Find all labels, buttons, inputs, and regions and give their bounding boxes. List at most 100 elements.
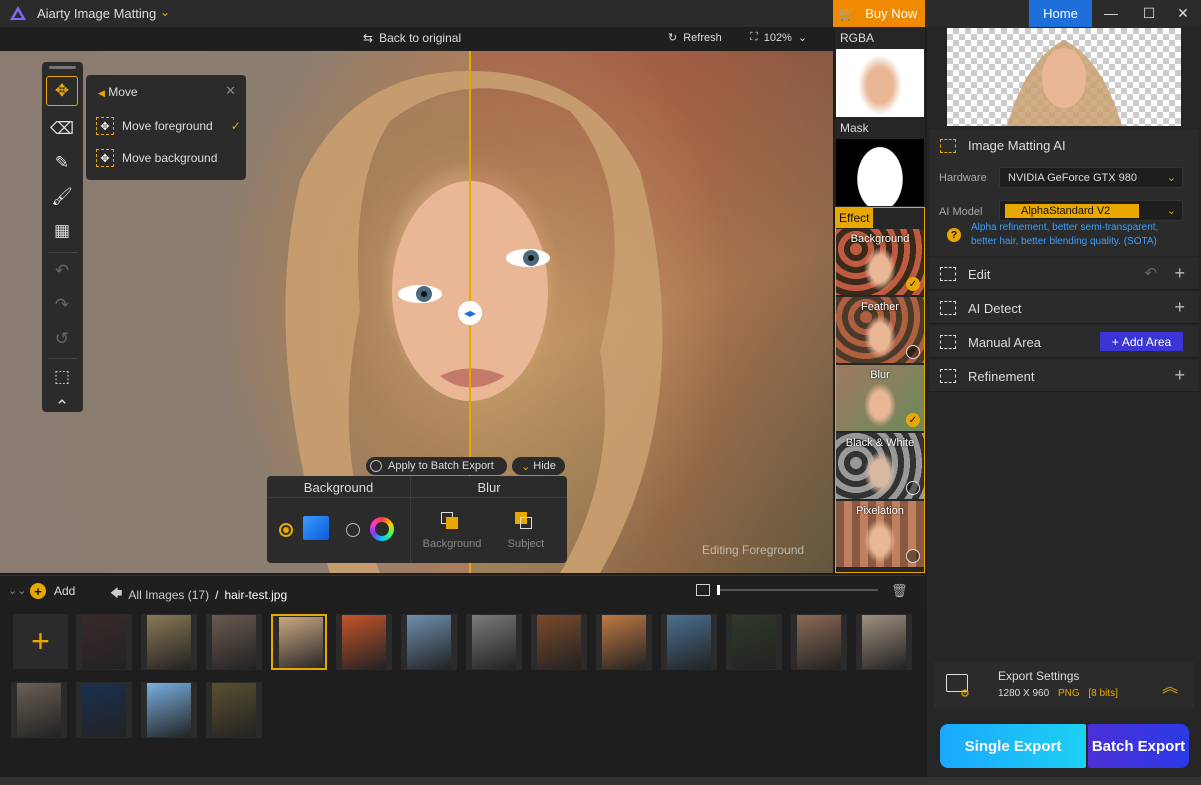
blur-background-icon[interactable] <box>441 512 459 530</box>
model-hint: Alpha refinement, better semi-transparen… <box>971 222 1159 247</box>
chevron-up-double-icon[interactable]: ︽ <box>1162 673 1178 697</box>
effects-sidebar: RGBA Mask Effect Background ✓ Feather Bl… <box>835 27 925 573</box>
gallery-thumbnail[interactable] <box>531 614 587 670</box>
image-gallery <box>0 605 925 777</box>
minimize-icon[interactable]: — <box>1096 3 1126 23</box>
gallery-thumbnail[interactable] <box>76 682 132 738</box>
thumbnail-size-slider[interactable] <box>718 589 878 591</box>
maximize-icon[interactable]: ☐ <box>1134 3 1164 23</box>
gallery-thumbnail[interactable] <box>401 614 457 670</box>
hide-button[interactable]: ⌄ Hide <box>512 457 565 475</box>
refinement-section[interactable]: Refinement + <box>929 360 1199 392</box>
thumbnail-image <box>667 615 711 669</box>
manual-area-section[interactable]: Manual Area + Add Area <box>929 326 1199 358</box>
ai-model-dropdown[interactable]: AlphaStandard V2 ⌄ <box>999 200 1183 221</box>
roller-icon[interactable]: ▦ <box>46 216 78 246</box>
add-images-button[interactable]: + Add <box>30 583 75 599</box>
effect-feather[interactable]: Feather <box>836 297 924 363</box>
divider <box>267 497 567 498</box>
output-preview[interactable] <box>947 28 1181 126</box>
brush-icon[interactable]: 🖌 <box>46 182 78 212</box>
redo-icon[interactable]: ↷ <box>46 290 78 320</box>
gallery-thumbnail[interactable] <box>76 614 132 670</box>
move-background-option[interactable]: ✥ Move background <box>96 149 217 167</box>
chevron-down-icon: ⌄ <box>1166 172 1176 184</box>
thumbnail-image <box>17 683 61 737</box>
gallery-thumbnail[interactable] <box>271 614 327 670</box>
effect-pixelation[interactable]: Pixelation <box>836 501 924 567</box>
split-handle-icon[interactable]: ◂▸ <box>458 301 482 325</box>
gallery-thumbnail[interactable] <box>11 682 67 738</box>
collapse-up-icon[interactable]: ⌃ <box>46 392 78 422</box>
gallery-thumbnail[interactable] <box>661 614 717 670</box>
move-options-popup: ◀ Move ✕ ✥ Move foreground ✓ ✥ Move back… <box>86 75 246 180</box>
buy-now-button[interactable]: 🛒 Buy Now <box>833 0 925 27</box>
gallery-add-image-button[interactable]: + <box>13 614 68 669</box>
single-export-button[interactable]: Single Export <box>940 724 1086 768</box>
gallery-thumbnail[interactable] <box>141 682 197 738</box>
home-button[interactable]: Home <box>1029 0 1092 27</box>
checkmark-icon: ✓ <box>230 119 241 133</box>
batch-export-button[interactable]: Batch Export <box>1088 724 1189 768</box>
color-picker-icon[interactable] <box>370 517 394 541</box>
gallery-thumbnail[interactable] <box>856 614 912 670</box>
refresh-button[interactable]: ↻ Refresh <box>668 31 722 45</box>
gallery-thumbnail[interactable] <box>596 614 652 670</box>
plus-icon[interactable]: + <box>1174 263 1185 284</box>
export-bits: [8 bits] <box>1088 688 1118 699</box>
gallery-thumbnail[interactable] <box>206 682 262 738</box>
background-color-radio[interactable] <box>346 523 360 537</box>
divider <box>410 476 411 563</box>
plus-circle-icon: + <box>30 583 46 599</box>
arrow-left-icon[interactable]: 🡄 <box>110 584 122 605</box>
caret-left-icon: ◀ <box>98 88 105 98</box>
effect-blur[interactable]: Blur ✓ <box>836 365 924 431</box>
pen-icon[interactable]: ✎ <box>46 148 78 178</box>
move-foreground-option[interactable]: ✥ Move foreground ✓ <box>96 117 241 135</box>
collapse-down-icon[interactable]: ⌄⌄ <box>8 584 26 597</box>
undo-icon[interactable]: ↶ <box>46 256 78 286</box>
all-images-link[interactable]: All Images (17) <box>128 588 209 602</box>
gallery-thumbnail[interactable] <box>726 614 782 670</box>
edit-section[interactable]: Edit ↶ + <box>929 258 1199 290</box>
gallery-thumbnail[interactable] <box>791 614 847 670</box>
undo-icon[interactable]: ↶ <box>1144 264 1157 282</box>
zoom-dropdown[interactable]: ⛶ 102% ⌄ <box>750 31 807 44</box>
close-icon[interactable]: ✕ <box>1168 3 1198 23</box>
hardware-dropdown[interactable]: NVIDIA GeForce GTX 980 ⌄ <box>999 167 1183 188</box>
rgba-preview[interactable] <box>836 49 924 117</box>
export-settings-panel[interactable]: ⚙ Export Settings 1280 X 960 PNG [8 bits… <box>934 661 1194 709</box>
effect-background[interactable]: Background ✓ <box>836 229 924 295</box>
effect-black-and-white[interactable]: Black & White <box>836 433 924 499</box>
plus-icon[interactable]: + <box>1174 297 1185 318</box>
ai-detect-section[interactable]: AI Detect + <box>929 292 1199 324</box>
eraser-icon[interactable]: ⌫ <box>46 114 78 144</box>
slider-handle[interactable] <box>717 585 720 595</box>
background-image-radio[interactable] <box>279 523 293 537</box>
selection-icon[interactable]: ⬚ <box>46 362 78 392</box>
help-icon[interactable]: ? <box>947 228 961 242</box>
blur-options-title: Blur <box>477 480 501 495</box>
manual-area-label: Manual Area <box>968 335 1041 350</box>
reset-icon[interactable]: ↺ <box>46 324 78 354</box>
gallery-thumbnail[interactable] <box>141 614 197 670</box>
image-background-icon[interactable] <box>303 516 329 540</box>
drag-handle[interactable] <box>49 66 76 69</box>
close-icon[interactable]: ✕ <box>225 83 236 99</box>
blur-subject-icon[interactable] <box>515 512 533 530</box>
back-to-original-button[interactable]: ⇆ Back to original <box>363 31 461 45</box>
mask-preview[interactable] <box>836 139 924 206</box>
apply-to-batch-export-toggle[interactable]: Apply to Batch Export <box>366 457 507 475</box>
chevron-down-icon[interactable]: ⌄ <box>160 5 170 19</box>
trash-icon[interactable]: 🗑 <box>891 583 908 599</box>
plus-icon[interactable]: + <box>1174 365 1185 386</box>
move-tool-icon[interactable]: ✥ <box>46 76 78 106</box>
divider <box>48 252 77 253</box>
add-area-button[interactable]: + Add Area <box>1100 332 1183 351</box>
gallery-thumbnail[interactable] <box>466 614 522 670</box>
blur-subject-label: Subject <box>507 538 545 550</box>
gallery-thumbnail[interactable] <box>206 614 262 670</box>
gallery-thumbnail[interactable] <box>336 614 392 670</box>
thumbnail-image <box>602 615 646 669</box>
chevron-down-icon: ⌄ <box>797 32 808 44</box>
